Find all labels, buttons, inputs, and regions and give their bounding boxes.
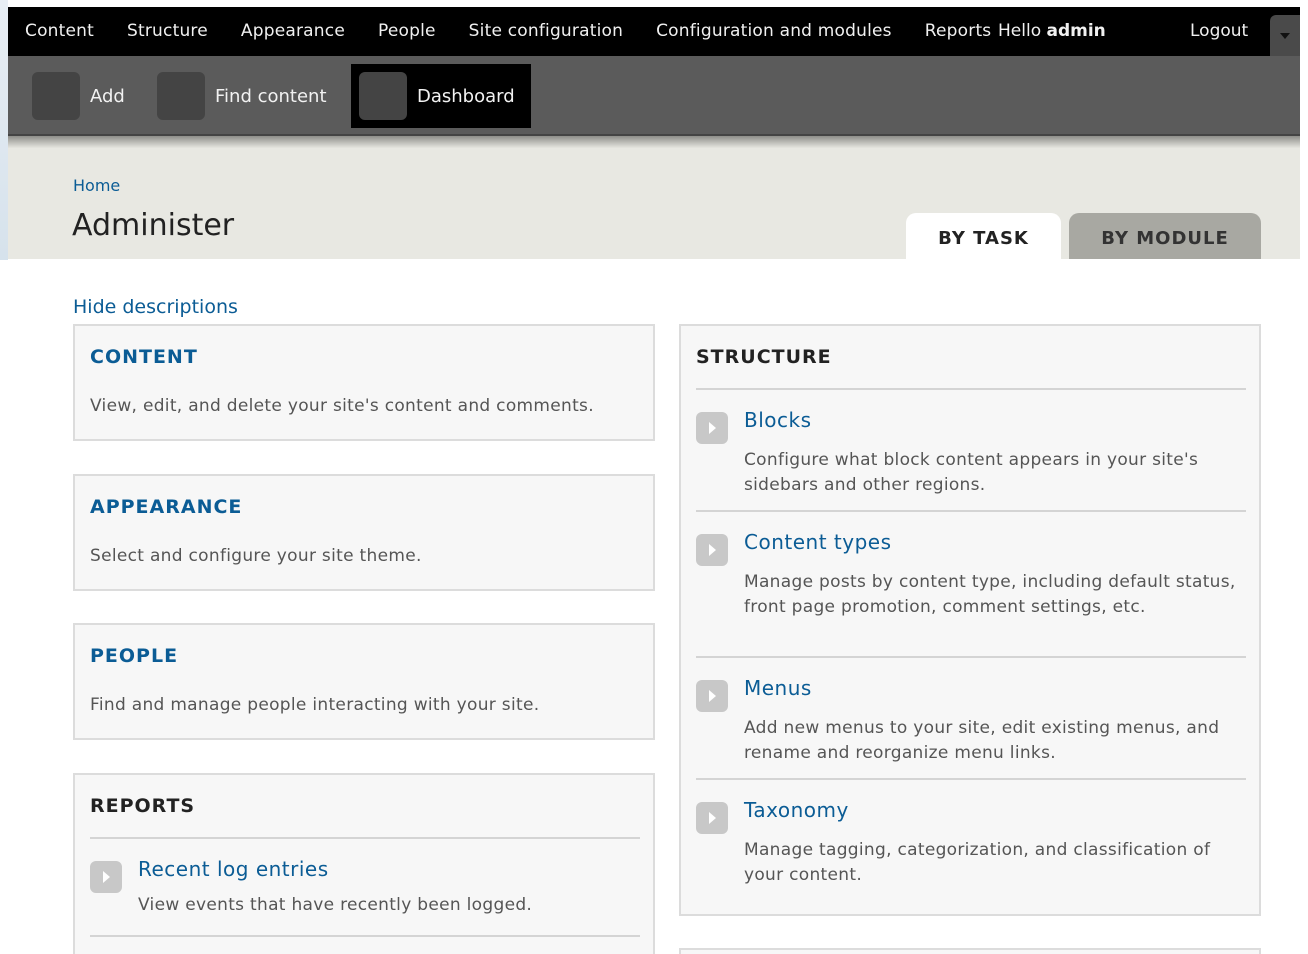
chevron-right-icon bbox=[696, 534, 728, 566]
panel-desc-content: View, edit, and delete your site's conte… bbox=[90, 396, 594, 416]
tab-by-task[interactable]: BY TASK bbox=[906, 213, 1061, 259]
toolbar-item-configuration-modules[interactable]: Configuration and modules bbox=[639, 7, 908, 56]
panel-title-reports: REPORTS bbox=[90, 795, 196, 817]
add-icon bbox=[32, 72, 80, 120]
item-desc: Manage tagging, categorization, and clas… bbox=[744, 840, 1211, 885]
tab-by-module[interactable]: BY MODULE bbox=[1069, 213, 1261, 259]
hide-descriptions-link[interactable]: Hide descriptions bbox=[73, 296, 238, 318]
panel-reports: REPORTS Recent log entries View events t… bbox=[73, 773, 655, 954]
toolbar-item-reports[interactable]: Reports bbox=[908, 7, 1008, 56]
item-link-blocks[interactable]: Blocks bbox=[744, 408, 812, 432]
panel-desc-people: Find and manage people interacting with … bbox=[90, 695, 540, 715]
dashboard-icon bbox=[359, 72, 407, 120]
list-item: Menus Add new menus to your site, edit e… bbox=[696, 676, 1246, 763]
item-desc: Add new menus to your site, edit existin… bbox=[744, 718, 1220, 763]
panel-content: CONTENT View, edit, and delete your site… bbox=[73, 324, 655, 441]
panel-people: PEOPLE Find and manage people interactin… bbox=[73, 623, 655, 740]
toolbar-item-site-configuration[interactable]: Site configuration bbox=[452, 7, 639, 56]
left-edge-decoration bbox=[0, 0, 8, 260]
shortcut-dashboard[interactable]: Dashboard bbox=[351, 64, 531, 128]
user-name[interactable]: admin bbox=[1047, 21, 1106, 41]
shortcuts-shadow bbox=[8, 136, 1300, 148]
toolbar-item-content[interactable]: Content bbox=[8, 7, 110, 56]
shortcuts-toggle-button[interactable] bbox=[1270, 15, 1300, 56]
divider bbox=[696, 388, 1246, 390]
user-greeting: Hello admin bbox=[998, 7, 1106, 56]
divider bbox=[696, 510, 1246, 512]
item-desc: Manage posts by content type, including … bbox=[744, 572, 1236, 617]
item-link-menus[interactable]: Menus bbox=[744, 676, 812, 700]
list-item: Recent log entries View events that have… bbox=[90, 857, 640, 917]
item-link-content-types[interactable]: Content types bbox=[744, 530, 892, 554]
divider bbox=[696, 778, 1246, 780]
toolbar-menu: Content Structure Appearance People Site… bbox=[8, 7, 1007, 56]
chevron-right-icon bbox=[696, 802, 728, 834]
panel-structure: STRUCTURE Blocks Configure what block co… bbox=[679, 324, 1261, 916]
list-item: Content types Manage posts by content ty… bbox=[696, 530, 1246, 640]
item-link-recent-log-entries[interactable]: Recent log entries bbox=[138, 857, 329, 881]
toolbar-item-people[interactable]: People bbox=[361, 7, 452, 56]
shortcuts-bar: Add Find content Dashboard bbox=[8, 56, 1300, 136]
find-content-icon bbox=[157, 72, 205, 120]
chevron-down-icon bbox=[1280, 33, 1290, 39]
admin-toolbar: Content Structure Appearance People Site… bbox=[8, 7, 1300, 56]
panel-title-structure: STRUCTURE bbox=[696, 346, 832, 368]
panel-appearance: APPEARANCE Select and configure your sit… bbox=[73, 474, 655, 591]
shortcut-label: Dashboard bbox=[417, 85, 515, 107]
item-desc: View events that have recently been logg… bbox=[138, 895, 533, 915]
page-header: Home Administer BY TASK BY MODULE bbox=[8, 148, 1300, 259]
chevron-right-icon bbox=[696, 680, 728, 712]
panel-title-people[interactable]: PEOPLE bbox=[90, 645, 178, 667]
breadcrumb-home[interactable]: Home bbox=[73, 176, 120, 195]
user-greeting-text: Hello bbox=[998, 21, 1047, 41]
shortcut-find-content[interactable]: Find content bbox=[157, 64, 327, 128]
chevron-right-icon bbox=[90, 861, 122, 893]
list-item: Blocks Configure what block content appe… bbox=[696, 408, 1246, 495]
divider bbox=[696, 656, 1246, 658]
divider bbox=[90, 935, 640, 937]
item-link-taxonomy[interactable]: Taxonomy bbox=[744, 798, 849, 822]
panel-title-content[interactable]: CONTENT bbox=[90, 346, 198, 368]
chevron-right-icon bbox=[696, 412, 728, 444]
shortcut-add[interactable]: Add bbox=[32, 64, 125, 128]
item-desc: Configure what block content appears in … bbox=[744, 450, 1199, 495]
panel-title-appearance[interactable]: APPEARANCE bbox=[90, 496, 242, 518]
divider bbox=[90, 837, 640, 839]
page-title: Administer bbox=[72, 208, 235, 243]
toolbar-item-structure[interactable]: Structure bbox=[110, 7, 224, 56]
toolbar-item-appearance[interactable]: Appearance bbox=[224, 7, 361, 56]
logout-link[interactable]: Logout bbox=[1190, 7, 1248, 56]
list-item: Taxonomy Manage tagging, categorization,… bbox=[696, 798, 1246, 885]
panel-next bbox=[679, 948, 1261, 954]
panel-desc-appearance: Select and configure your site theme. bbox=[90, 546, 422, 566]
shortcut-label: Find content bbox=[215, 85, 327, 107]
shortcut-label: Add bbox=[90, 85, 125, 107]
